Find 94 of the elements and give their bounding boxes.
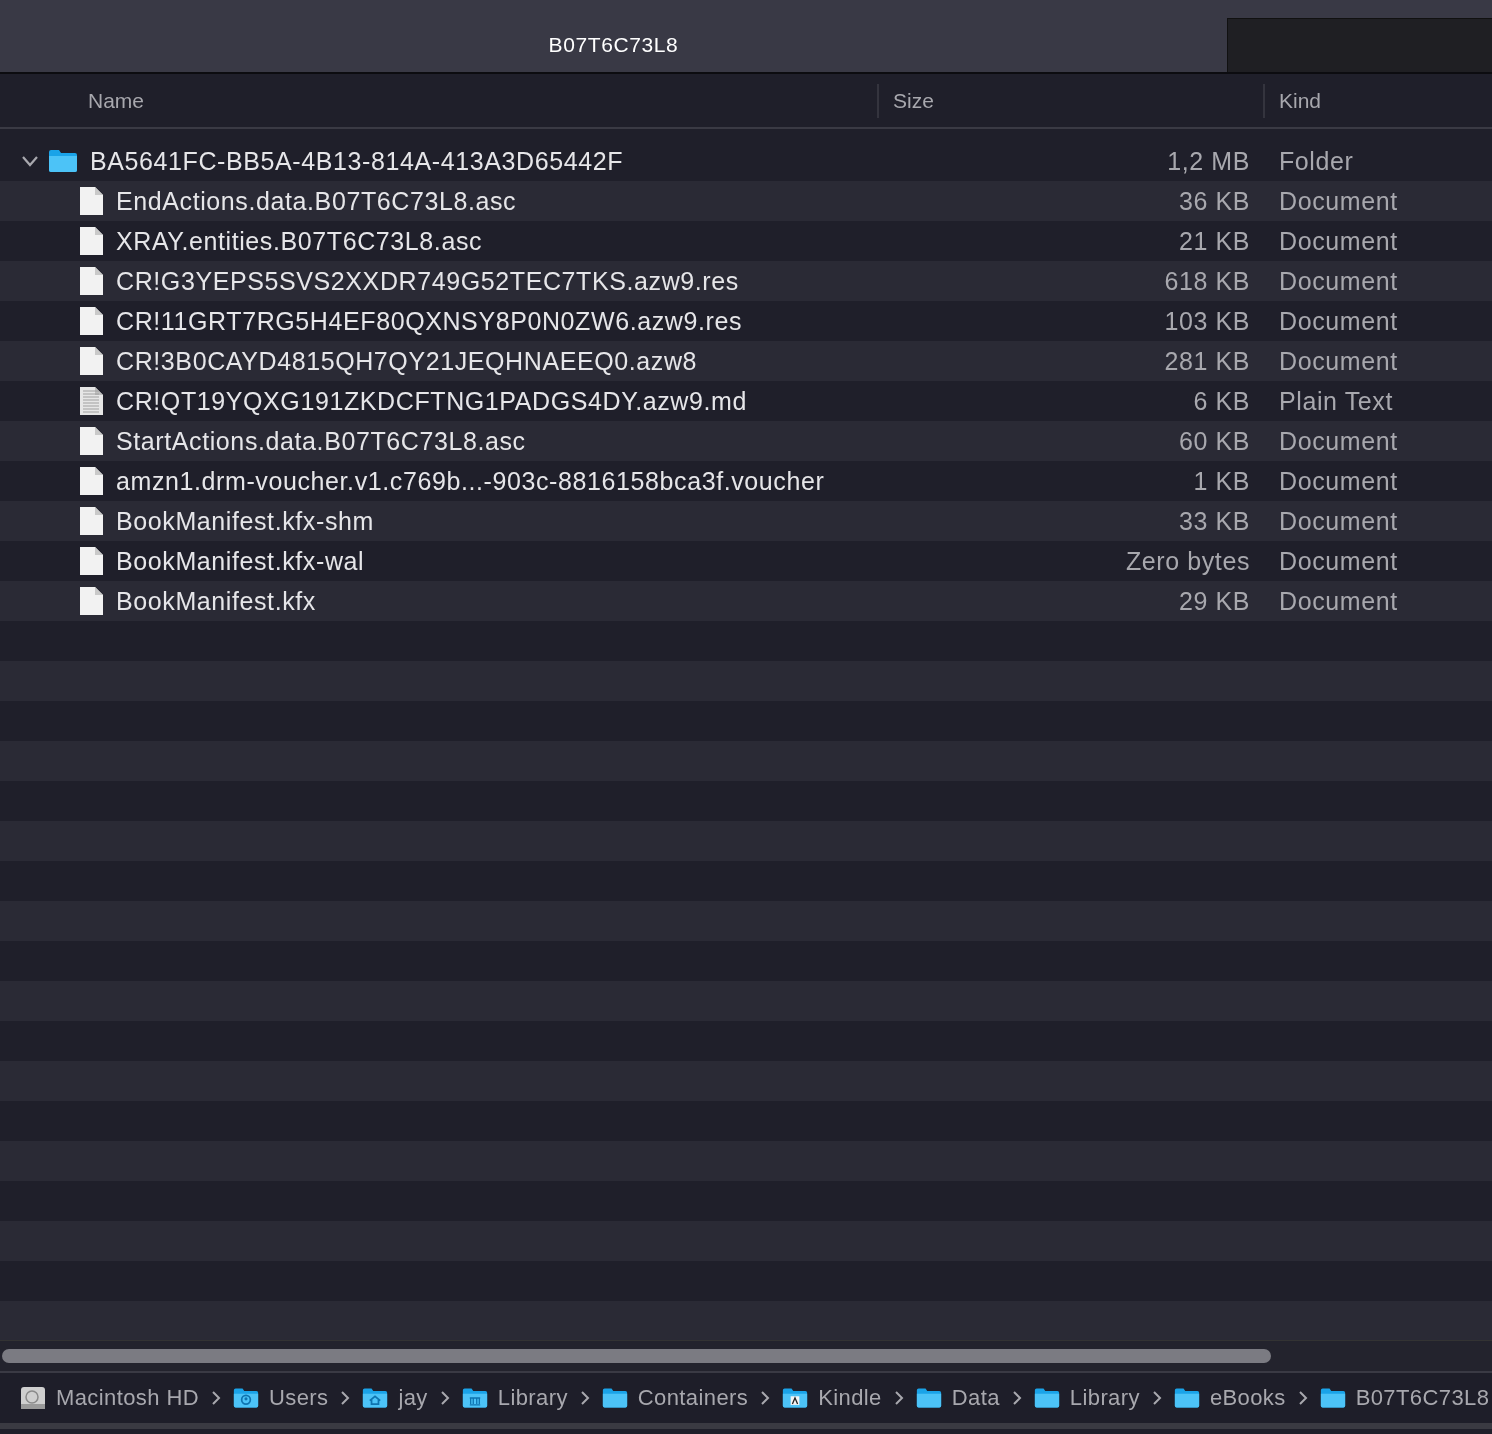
file-name: CR!QT19YQXG191ZKDCFTNG1PADGS4DY.azw9.md xyxy=(116,386,747,416)
file-row[interactable]: amzn1.drm-voucher.v1.c769b...-903c-8816158bca3f.voucher 1 KB Document xyxy=(0,461,1492,501)
file-size: 21 KB xyxy=(1177,226,1250,256)
file-row[interactable]: CR!3B0CAYD4815QH7QY21JEQHNAEEQ0.azw8 281 KB Document xyxy=(0,341,1492,381)
file-name: CR!11GRT7RG5H4EF80QXNSY8P0N0ZW6.azw9.res xyxy=(116,306,743,336)
column-header[interactable]: Kind xyxy=(1263,83,1322,118)
document-icon xyxy=(78,226,104,256)
file-size: 29 KB xyxy=(1177,586,1250,616)
path-item[interactable]: Library xyxy=(497,1385,568,1411)
file-size: 1 KB xyxy=(1192,466,1250,496)
file-row[interactable]: BookManifest.kfx 29 KB Document xyxy=(0,581,1492,621)
chevron-icon xyxy=(1297,1391,1308,1405)
document-icon xyxy=(78,266,104,296)
file-row[interactable]: BookManifest.kfx-wal Zero bytes Document xyxy=(0,541,1492,581)
file-kind: Document xyxy=(1279,546,1398,576)
chevron-icon xyxy=(1011,1391,1022,1405)
file-kind: Document xyxy=(1279,186,1398,216)
file-kind: Document xyxy=(1279,306,1398,336)
file-name: CR!G3YEPS5SVS2XXDR749G52TEC7TKS.azw9.res xyxy=(116,266,739,296)
disclosure-caret-icon[interactable] xyxy=(20,154,40,168)
file-size: 6 KB xyxy=(1192,386,1250,416)
file-name: BookManifest.kfx xyxy=(116,586,316,616)
file-name: EndActions.data.B07T6C73L8.asc xyxy=(116,186,517,216)
file-row[interactable]: CR!G3YEPS5SVS2XXDR749G52TEC7TKS.azw9.res 618 KB Document xyxy=(0,261,1492,301)
file-name: CR!3B0CAYD4815QH7QY21JEQHNAEEQ0.azw8 xyxy=(116,346,698,376)
chevron-icon xyxy=(439,1391,450,1405)
folder-icon xyxy=(1033,1387,1060,1409)
file-name: BookManifest.kfx-wal xyxy=(116,546,365,576)
folder-icon xyxy=(1173,1387,1200,1409)
column-header[interactable]: Size xyxy=(877,83,1263,118)
chevron-icon xyxy=(210,1391,221,1405)
file-row[interactable]: EndActions.data.B07T6C73L8.asc 36 KB Document xyxy=(0,181,1492,221)
path-item[interactable]: jay xyxy=(398,1385,428,1411)
file-row[interactable]: XRAY.entities.B07T6C73L8.asc 21 KB Document xyxy=(0,221,1492,261)
file-name: BA5641FC-BB5A-4B13-814A-413A3D65442F xyxy=(90,146,624,176)
home-folder-icon xyxy=(362,1387,389,1409)
file-kind: Document xyxy=(1279,506,1398,536)
path-item[interactable]: Users xyxy=(268,1385,329,1411)
app-folder-icon xyxy=(782,1387,809,1409)
file-kind: Folder xyxy=(1279,146,1354,176)
chevron-icon xyxy=(760,1391,771,1405)
path-item[interactable]: Macintosh HD xyxy=(56,1385,199,1411)
text-document-icon xyxy=(78,386,104,416)
file-kind: Plain Text xyxy=(1279,386,1393,416)
file-kind: Document xyxy=(1279,466,1398,496)
chevron-icon xyxy=(1151,1391,1162,1405)
file-name: BookManifest.kfx-shm xyxy=(116,506,374,536)
file-size: Zero bytes xyxy=(1124,546,1250,576)
path-item[interactable]: Data xyxy=(951,1385,1000,1411)
path-item[interactable]: B07T6C73L8 xyxy=(1355,1385,1490,1411)
file-kind: Document xyxy=(1279,266,1398,296)
file-size: 60 KB xyxy=(1177,426,1250,456)
scrollbar-thumb[interactable] xyxy=(2,1349,1271,1363)
chevron-icon xyxy=(893,1391,904,1405)
chevron-icon xyxy=(579,1391,590,1405)
column-header[interactable]: Name xyxy=(0,83,877,118)
library-folder-icon xyxy=(461,1387,488,1409)
document-icon xyxy=(78,506,104,536)
folder-icon xyxy=(601,1387,628,1409)
file-row[interactable]: BA5641FC-BB5A-4B13-814A-413A3D65442F 1,2 MB Folder xyxy=(0,141,1492,181)
file-size: 618 KB xyxy=(1163,266,1250,296)
file-name: StartActions.data.B07T6C73L8.asc xyxy=(116,426,526,456)
document-icon xyxy=(78,546,104,576)
document-icon xyxy=(78,306,104,336)
chevron-icon xyxy=(340,1391,351,1405)
folder-icon xyxy=(915,1387,942,1409)
file-row[interactable]: BookManifest.kfx-shm 33 KB Document xyxy=(0,501,1492,541)
file-kind: Document xyxy=(1279,346,1398,376)
file-row[interactable]: StartActions.data.B07T6C73L8.asc 60 KB Document xyxy=(0,421,1492,461)
path-item[interactable]: eBooks xyxy=(1209,1385,1286,1411)
folder-icon xyxy=(48,149,78,173)
file-size: 33 KB xyxy=(1177,506,1250,536)
file-kind: Document xyxy=(1279,426,1398,456)
file-name: XRAY.entities.B07T6C73L8.asc xyxy=(116,226,483,256)
hard-drive-icon xyxy=(20,1385,46,1411)
document-icon xyxy=(78,426,104,456)
document-icon xyxy=(78,186,104,216)
file-size: 1,2 MB xyxy=(1166,146,1250,176)
file-name: amzn1.drm-voucher.v1.c769b...-903c-8816158bca3f.voucher xyxy=(116,466,825,496)
document-icon xyxy=(78,466,104,496)
document-icon xyxy=(78,586,104,616)
file-size: 103 KB xyxy=(1163,306,1250,336)
file-kind: Document xyxy=(1279,226,1398,256)
file-row[interactable]: CR!QT19YQXG191ZKDCFTNG1PADGS4DY.azw9.md 6 KB Plain Text xyxy=(0,381,1492,421)
path-item[interactable]: Containers xyxy=(637,1385,749,1411)
folder-icon xyxy=(1319,1387,1346,1409)
file-size: 36 KB xyxy=(1177,186,1250,216)
path-item[interactable]: Library xyxy=(1069,1385,1140,1411)
file-kind: Document xyxy=(1279,586,1398,616)
file-size: 281 KB xyxy=(1163,346,1250,376)
user-folder-icon xyxy=(232,1387,259,1409)
path-item[interactable]: Kindle xyxy=(818,1385,882,1411)
document-icon xyxy=(78,346,104,376)
file-row[interactable]: CR!11GRT7RG5H4EF80QXNSY8P0N0ZW6.azw9.res 103 KB Document xyxy=(0,301,1492,341)
